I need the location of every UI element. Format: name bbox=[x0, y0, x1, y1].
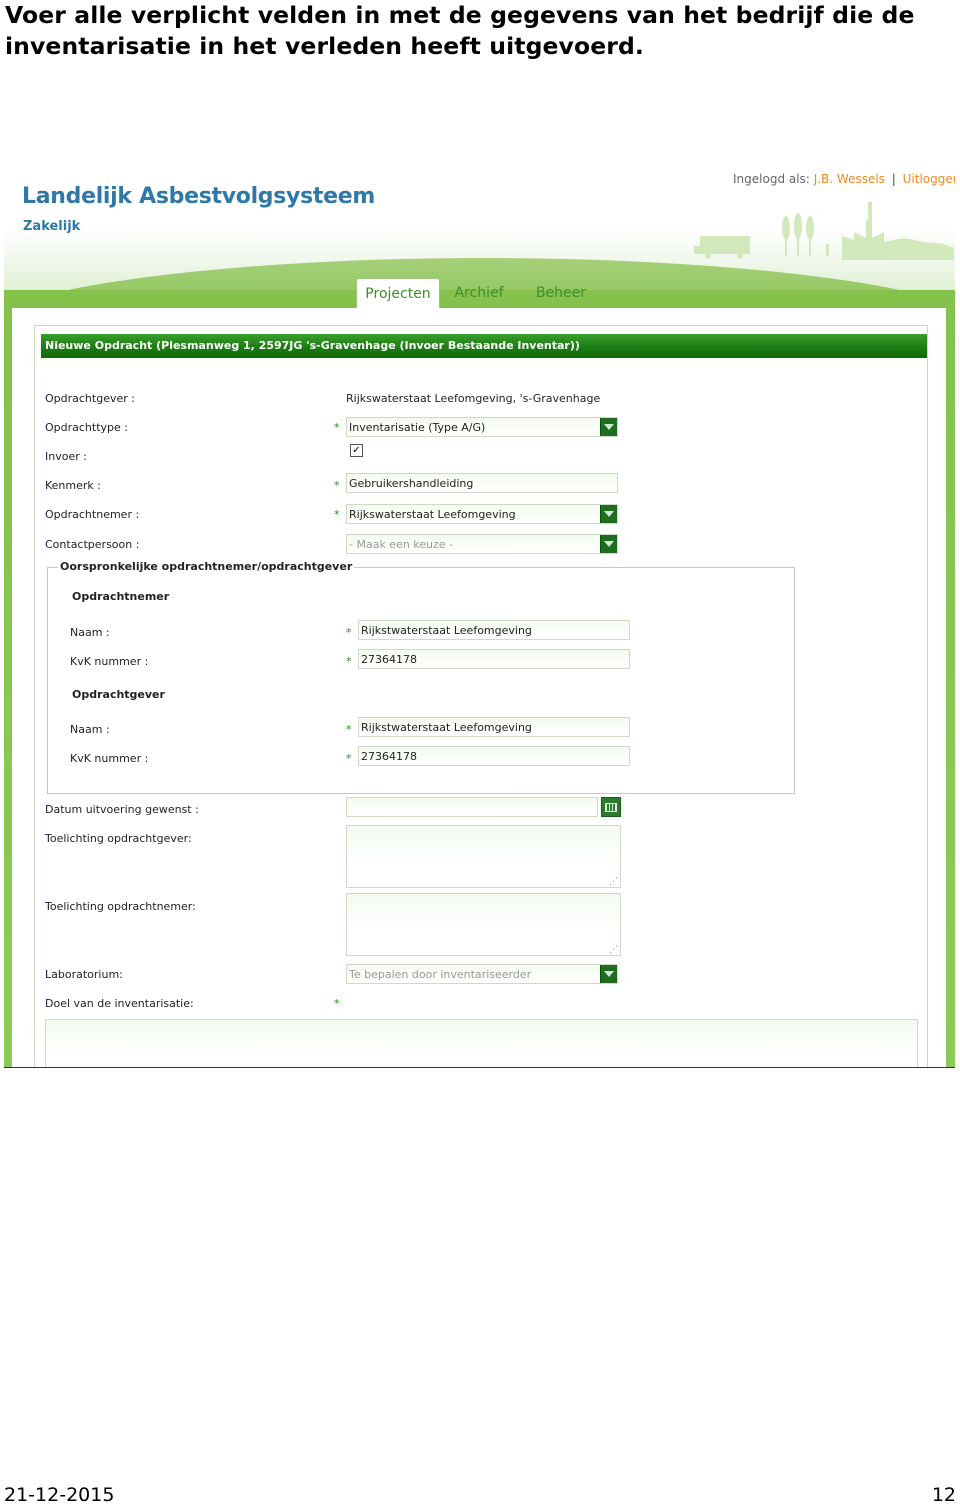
orig-opdrachtgever-heading: Opdrachtgever bbox=[72, 688, 165, 701]
chevron-down-icon[interactable] bbox=[600, 535, 617, 553]
tab-archief[interactable]: Archief bbox=[448, 278, 510, 308]
original-parties-legend: Oorspronkelijke opdrachtnemer/opdrachtge… bbox=[58, 560, 355, 573]
orig-opdrachtgever-kvk-input[interactable]: 27364178 bbox=[358, 746, 630, 766]
datum-label: Datum uitvoering gewenst : bbox=[45, 803, 199, 816]
kenmerk-input[interactable]: Gebruikershandleiding bbox=[346, 473, 618, 493]
panel-title: Nieuwe Opdracht (Plesmanweg 1, 2597JG 's… bbox=[41, 334, 927, 358]
opdrachtnemer-label: Opdrachtnemer : bbox=[45, 508, 140, 521]
required-marker: * bbox=[346, 723, 352, 736]
landscape-illustration bbox=[694, 202, 954, 260]
content-page: Nieuwe Opdracht (Plesmanweg 1, 2597JG 's… bbox=[12, 308, 946, 1067]
required-marker: * bbox=[346, 626, 352, 639]
opdrachtnemer-selected: Rijkswaterstaat Leefomgeving bbox=[349, 508, 516, 521]
toelichting-opdrachtnemer-label: Toelichting opdrachtnemer: bbox=[45, 900, 196, 913]
orig-opdrachtnemer-kvk-input[interactable]: 27364178 bbox=[358, 649, 630, 669]
laboratorium-placeholder: Te bepalen door inventariseerder bbox=[349, 968, 532, 981]
contactpersoon-placeholder: - Maak een keuze - bbox=[349, 538, 454, 551]
footer-date: 21-12-2015 bbox=[4, 1484, 115, 1506]
toelichting-opdrachtgever-label: Toelichting opdrachtgever: bbox=[45, 832, 192, 845]
opdrachttype-label: Opdrachttype : bbox=[45, 421, 128, 434]
page-number: 12 bbox=[931, 1484, 956, 1506]
opdrachtgever-value: Rijkswaterstaat Leefomgeving, 's-Gravenh… bbox=[346, 392, 601, 405]
logout-link[interactable]: Uitloggen bbox=[903, 172, 955, 186]
app-subtitle: Zakelijk bbox=[23, 219, 81, 234]
opdrachtgever-label: Opdrachtgever : bbox=[45, 392, 135, 405]
required-marker: * bbox=[334, 997, 340, 1010]
contactpersoon-label: Contactpersoon : bbox=[45, 538, 140, 551]
orig-opdrachtnemer-heading: Opdrachtnemer bbox=[72, 590, 170, 603]
orig-opdrachtgever-naam-input[interactable]: Rijkstwaterstaat Leefomgeving bbox=[358, 717, 630, 737]
datum-input[interactable] bbox=[346, 797, 598, 817]
opdrachtnemer-select[interactable]: Rijkswaterstaat Leefomgeving bbox=[346, 504, 618, 524]
orig-opdrachtnemer-naam-input[interactable]: Rijkstwaterstaat Leefomgeving bbox=[358, 620, 630, 640]
toelichting-opdrachtnemer-textarea[interactable] bbox=[346, 893, 621, 956]
tab-beheer[interactable]: Beheer bbox=[530, 278, 592, 308]
required-marker: * bbox=[334, 479, 340, 492]
login-prefix: Ingelogd als: bbox=[733, 172, 810, 186]
doel-textarea[interactable] bbox=[45, 1019, 918, 1067]
chevron-down-icon[interactable] bbox=[600, 965, 617, 983]
app-title[interactable]: Landelijk Asbestvolgsysteem bbox=[22, 184, 375, 209]
required-marker: * bbox=[334, 508, 340, 521]
chevron-down-icon[interactable] bbox=[600, 418, 617, 436]
orig-opdrachtnemer-naam-label: Naam : bbox=[70, 626, 110, 639]
login-separator: | bbox=[891, 172, 896, 186]
new-assignment-panel: Nieuwe Opdracht (Plesmanweg 1, 2597JG 's… bbox=[34, 325, 928, 1067]
toelichting-opdrachtgever-textarea[interactable] bbox=[346, 825, 621, 888]
doel-label: Doel van de inventarisatie: bbox=[45, 997, 194, 1010]
orig-opdrachtgever-kvk-label: KvK nummer : bbox=[70, 752, 149, 765]
kenmerk-label: Kenmerk : bbox=[45, 479, 101, 492]
calendar-icon[interactable] bbox=[601, 797, 621, 817]
required-marker: * bbox=[346, 655, 352, 668]
login-info: Ingelogd als: J.B. Wessels | Uitloggen bbox=[733, 172, 955, 186]
opdrachttype-selected: Inventarisatie (Type A/G) bbox=[349, 421, 486, 434]
invoer-checkbox[interactable]: ✓ bbox=[350, 444, 363, 457]
required-marker: * bbox=[346, 752, 352, 765]
user-link[interactable]: J.B. Wessels bbox=[814, 172, 885, 186]
chevron-down-icon[interactable] bbox=[600, 505, 617, 523]
opdrachttype-select[interactable]: Inventarisatie (Type A/G) bbox=[346, 417, 618, 437]
orig-opdrachtnemer-kvk-label: KvK nummer : bbox=[70, 655, 149, 668]
app-screenshot: Landelijk Asbestvolgsysteem Zakelijk Ing… bbox=[4, 160, 955, 1068]
tab-projecten[interactable]: Projecten bbox=[356, 278, 440, 309]
orig-opdrachtgever-naam-label: Naam : bbox=[70, 723, 110, 736]
laboratorium-select[interactable]: Te bepalen door inventariseerder bbox=[346, 964, 618, 984]
instruction-heading: Voer alle verplicht velden in met de geg… bbox=[5, 1, 915, 60]
invoer-label: Invoer : bbox=[45, 450, 87, 463]
required-marker: * bbox=[334, 421, 340, 434]
laboratorium-label: Laboratorium: bbox=[45, 968, 123, 981]
contactpersoon-select[interactable]: - Maak een keuze - bbox=[346, 534, 618, 554]
